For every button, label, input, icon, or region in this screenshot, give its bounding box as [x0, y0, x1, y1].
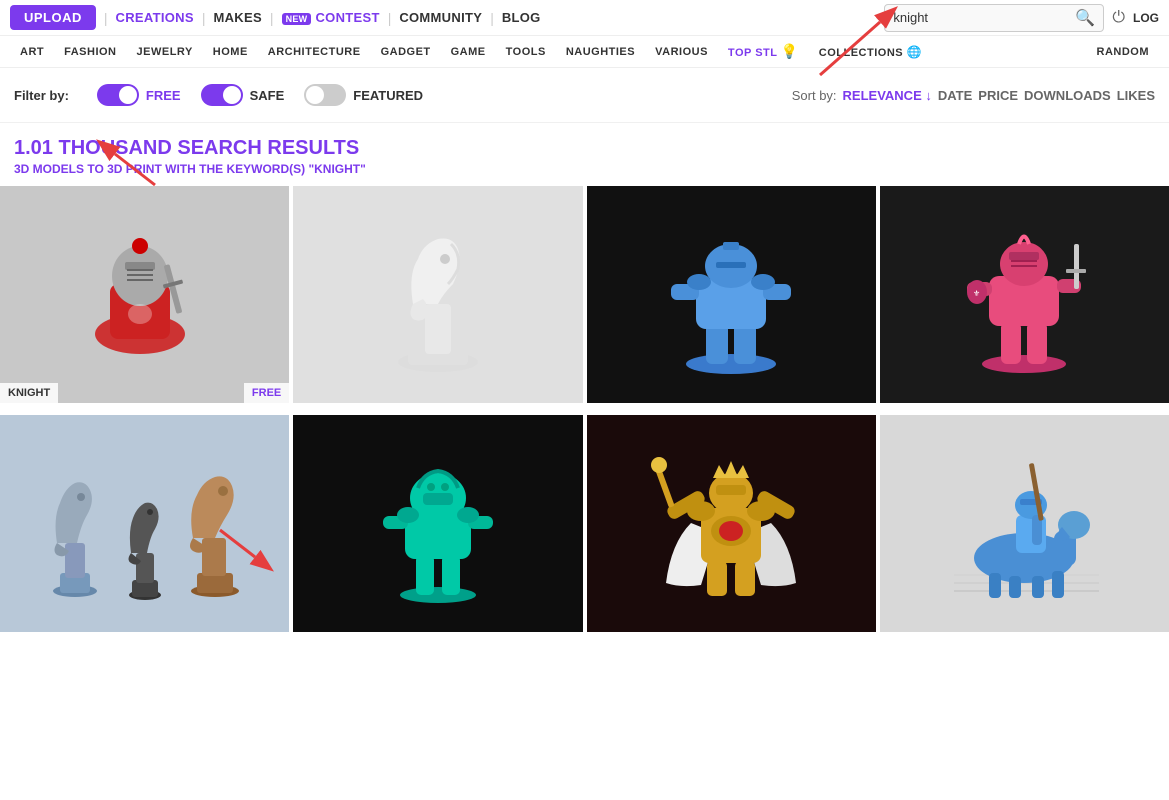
- grid-item-8[interactable]: [880, 415, 1169, 632]
- nav-blog[interactable]: BLOG: [502, 10, 541, 25]
- grid-image-2: [293, 186, 582, 403]
- safe-label: SAFE: [250, 88, 285, 103]
- featured-filter-group: FEATURED: [304, 84, 423, 106]
- free-filter-group: FREE: [97, 84, 181, 106]
- nav-separator-4: |: [388, 10, 392, 26]
- sort-likes[interactable]: LIKES: [1117, 88, 1155, 103]
- grid-item-6[interactable]: [293, 415, 582, 632]
- chess-pieces-svg: [35, 443, 255, 603]
- filter-by-label: Filter by:: [14, 88, 69, 103]
- nav-separator-2: |: [202, 10, 206, 26]
- nav-separator-1: |: [104, 10, 108, 26]
- results-subtitle: 3D MODELS TO 3D PRINT WITH THE KEYWORD(S…: [14, 162, 1155, 176]
- upload-button[interactable]: UPLOAD: [10, 5, 96, 30]
- free-toggle-knob: [119, 86, 137, 104]
- free-label: FREE: [146, 88, 181, 103]
- grid-item-1[interactable]: KNIGHT FREE: [0, 186, 289, 403]
- new-badge: NEW: [282, 13, 312, 25]
- grid-image-3: [587, 186, 876, 403]
- nav-separator-3: |: [270, 10, 274, 26]
- sort-section: Sort by: RELEVANCE ↓ DATE PRICE DOWNLOAD…: [792, 88, 1155, 103]
- teal-figure-svg: [373, 443, 503, 603]
- safe-toggle[interactable]: [201, 84, 243, 106]
- chess-knight-svg: [373, 214, 503, 374]
- figure-7: [587, 415, 876, 632]
- results-header: 1.01 THOUSAND SEARCH RESULTS 3D MODELS T…: [0, 123, 1169, 182]
- results-grid: KNIGHT FREE: [0, 182, 1169, 407]
- figure-5: [0, 415, 289, 632]
- cat-jewelry[interactable]: JEWELRY: [127, 46, 203, 58]
- grid-item-1-label: KNIGHT: [0, 383, 58, 403]
- grid-item-1-badge: FREE: [244, 383, 289, 403]
- cat-random[interactable]: RANDOM: [1087, 46, 1160, 58]
- cat-naughties[interactable]: NAUGHTIES: [556, 46, 645, 58]
- cat-tools[interactable]: TOOLS: [496, 46, 556, 58]
- cat-architecture[interactable]: ARCHITECTURE: [258, 46, 371, 58]
- cat-art[interactable]: ART: [10, 46, 54, 58]
- sort-price[interactable]: PRICE: [978, 88, 1018, 103]
- cat-various[interactable]: VARIOUS: [645, 46, 718, 58]
- figure-1: [0, 186, 289, 403]
- golden-warrior-svg: [651, 443, 811, 603]
- grid-image-6: [293, 415, 582, 632]
- search-icon-button[interactable]: 🔍: [1075, 8, 1095, 28]
- figure-2: [293, 186, 582, 403]
- figure-4: ⚜: [880, 186, 1169, 403]
- safe-toggle-knob: [223, 86, 241, 104]
- blue-knight-svg: [661, 214, 801, 374]
- results-grid-row2: [0, 411, 1169, 636]
- grid-item-5[interactable]: [0, 415, 289, 632]
- nav-separator-5: |: [490, 10, 494, 26]
- nav-right-section: 🔍 ⏻ LOG: [884, 4, 1159, 32]
- sort-downloads[interactable]: DOWNLOADS: [1024, 88, 1111, 103]
- cat-game[interactable]: GAME: [441, 46, 496, 58]
- grid-image-7: [587, 415, 876, 632]
- results-count: 1.01 THOUSAND SEARCH RESULTS: [14, 137, 1155, 160]
- lightbulb-icon: 💡: [781, 43, 799, 59]
- search-box: 🔍: [884, 4, 1104, 32]
- top-navigation: UPLOAD | CREATIONS | MAKES | NEWCONTEST …: [0, 0, 1169, 36]
- grid-item-4[interactable]: ⚜: [880, 186, 1169, 403]
- nav-contest[interactable]: NEWCONTEST: [282, 10, 380, 25]
- free-toggle[interactable]: [97, 84, 139, 106]
- power-icon: ⏻: [1112, 9, 1125, 27]
- nav-makes[interactable]: MAKES: [213, 10, 261, 25]
- grid-image-4: ⚜: [880, 186, 1169, 403]
- grid-image-5: [0, 415, 289, 632]
- category-navigation: ART FASHION JEWELRY HOME ARCHITECTURE GA…: [0, 36, 1169, 68]
- pink-knight-svg: ⚜: [959, 214, 1089, 374]
- cat-gadget[interactable]: GADGET: [371, 46, 441, 58]
- figure-6: [293, 415, 582, 632]
- grid-item-3[interactable]: [587, 186, 876, 403]
- svg-text:⚜: ⚜: [973, 289, 980, 298]
- grid-image-1: [0, 186, 289, 403]
- featured-toggle-knob: [306, 86, 324, 104]
- grid-image-8: [880, 415, 1169, 632]
- blue-mounted-knight-svg: [944, 443, 1104, 603]
- sort-by-label: Sort by:: [792, 88, 837, 103]
- sort-relevance[interactable]: RELEVANCE ↓: [843, 88, 932, 103]
- cat-home[interactable]: HOME: [203, 46, 258, 58]
- nav-creations[interactable]: CREATIONS: [116, 10, 194, 25]
- figure-8: [880, 415, 1169, 632]
- search-icon: 🔍: [1075, 10, 1095, 27]
- log-button[interactable]: LOG: [1133, 11, 1159, 25]
- grid-item-2[interactable]: [293, 186, 582, 403]
- grid-item-7[interactable]: [587, 415, 876, 632]
- collections-icon: 🌐: [907, 45, 922, 59]
- knight-svg-1: [65, 214, 225, 374]
- search-input[interactable]: [893, 10, 1075, 25]
- figure-3: [587, 186, 876, 403]
- nav-community[interactable]: COMMUNITY: [399, 10, 482, 25]
- sort-date[interactable]: DATE: [938, 88, 972, 103]
- cat-collections[interactable]: COLLECTIONS 🌐: [809, 45, 932, 59]
- cat-top-stl[interactable]: TOP STL 💡: [718, 43, 809, 60]
- cat-fashion[interactable]: FASHION: [54, 46, 126, 58]
- filter-bar: Filter by: FREE SAFE FEATURED Sort by: R…: [0, 68, 1169, 123]
- featured-toggle[interactable]: [304, 84, 346, 106]
- safe-filter-group: SAFE: [201, 84, 285, 106]
- featured-label: FEATURED: [353, 88, 423, 103]
